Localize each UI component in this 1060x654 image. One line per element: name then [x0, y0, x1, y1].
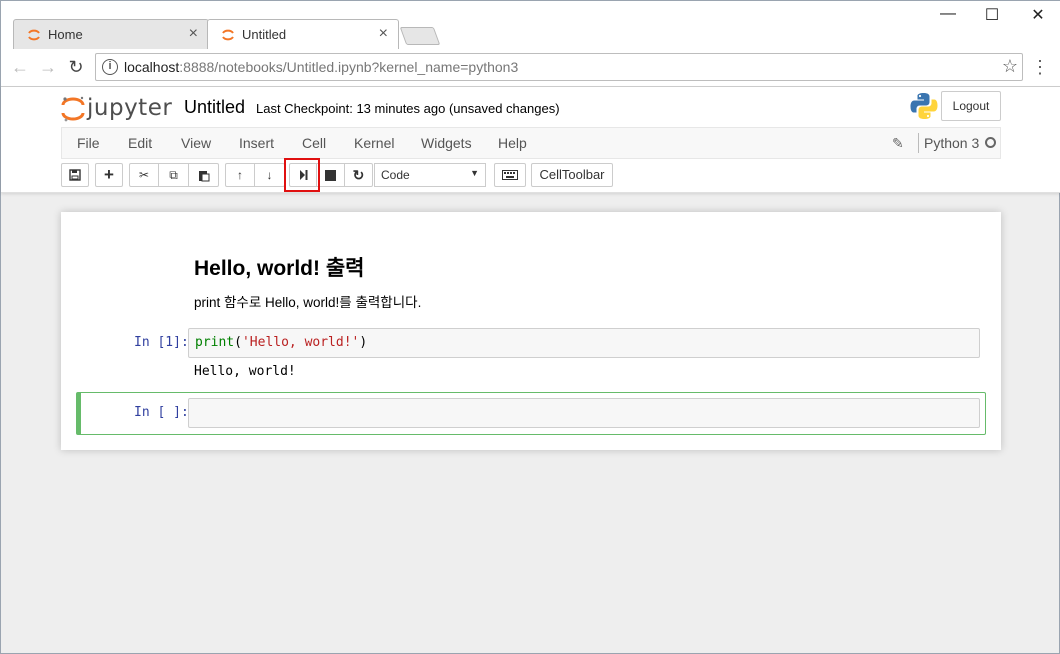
cell1-code-editor[interactable]: print('Hello, world!'): [188, 328, 980, 358]
jupyter-logo[interactable]: jupyter: [61, 93, 173, 123]
forward-button[interactable]: →: [37, 57, 59, 78]
tab-home-label: Home: [48, 27, 83, 42]
restart-icon: ↻: [352, 167, 365, 183]
tab-untitled[interactable]: Untitled ×: [207, 19, 399, 49]
keyboard-icon: [502, 170, 518, 180]
arrow-down-icon: ↓: [266, 168, 273, 182]
scissors-icon: ✂: [138, 168, 150, 182]
browser-window: Home × Untitled × — ☐ ✕ ← → ↻ i localhos…: [0, 0, 1060, 654]
stop-icon: [325, 170, 336, 181]
checkpoint-status: Last Checkpoint: 13 minutes ago (unsaved…: [256, 101, 560, 116]
back-button[interactable]: ←: [9, 57, 31, 78]
menu-edit[interactable]: Edit: [128, 135, 152, 151]
dropdown-caret-icon: ▼: [470, 168, 479, 178]
paste-button[interactable]: [189, 163, 219, 187]
notebook-page: Hello, world! 출력 print 함수로 Hello, world!…: [61, 212, 1001, 450]
url-input[interactable]: i localhost:8888/notebooks/Untitled.ipyn…: [95, 53, 1023, 81]
cell-type-value: Code: [381, 168, 410, 182]
code-string: 'Hello, world!': [241, 335, 360, 350]
insert-cell-button[interactable]: +: [95, 163, 123, 187]
plus-icon: +: [104, 165, 114, 184]
logout-button[interactable]: Logout: [941, 91, 1001, 121]
paste-icon: [198, 171, 209, 182]
address-bar: ← → ↻ i localhost:8888/notebooks/Untitle…: [1, 49, 1060, 87]
cell1-prompt: In [1]:: [134, 335, 189, 350]
menu-widgets[interactable]: Widgets: [421, 135, 472, 151]
divider: [918, 133, 919, 153]
menu-cell[interactable]: Cell: [302, 135, 326, 151]
jupyter-header: jupyter Untitled Last Checkpoint: 13 min…: [1, 87, 1060, 193]
new-tab-button[interactable]: [399, 27, 441, 45]
arrow-up-icon: ↑: [237, 168, 243, 182]
markdown-paragraph: print 함수로 Hello, world!를 출력합니다.: [194, 295, 422, 310]
notebook-menubar: File Edit View Insert Cell Kernel Widget…: [61, 127, 1001, 159]
menu-help[interactable]: Help: [498, 135, 527, 151]
save-button[interactable]: [61, 163, 89, 187]
menu-kernel[interactable]: Kernel: [354, 135, 394, 151]
code-paren: ): [359, 335, 368, 350]
save-icon: [69, 169, 81, 181]
cell2-prompt: In [ ]:: [134, 405, 189, 420]
tab-home[interactable]: Home ×: [13, 19, 209, 49]
copy-button[interactable]: ⧉: [159, 163, 189, 187]
cell1-output: Hello, world!: [194, 364, 296, 379]
jupyter-logo-icon: [61, 96, 85, 122]
cell-type-select[interactable]: Code ▼: [374, 163, 486, 187]
menu-file[interactable]: File: [77, 135, 100, 151]
code-paren: (: [234, 335, 242, 350]
close-window-button[interactable]: ✕: [1023, 5, 1053, 25]
minimize-button[interactable]: —: [933, 5, 963, 23]
cut-button[interactable]: ✂: [129, 163, 159, 187]
info-icon[interactable]: i: [102, 59, 118, 75]
python-logo-icon: [910, 93, 938, 119]
tab-close-icon[interactable]: ×: [379, 25, 388, 43]
tab-strip: Home × Untitled × — ☐ ✕: [1, 1, 1060, 49]
kernel-idle-indicator-icon: [985, 137, 996, 148]
url-path: :8888/notebooks/Untitled.ipynb?kernel_na…: [179, 59, 519, 75]
cell2-code-editor[interactable]: [188, 398, 980, 428]
restart-kernel-button[interactable]: ↻: [345, 163, 373, 187]
jupyter-favicon-icon: [222, 29, 234, 41]
tab-close-icon[interactable]: ×: [189, 25, 198, 43]
reload-button[interactable]: ↻: [65, 57, 87, 78]
command-palette-button[interactable]: [494, 163, 526, 187]
browser-menu-icon[interactable]: ⋮: [1031, 57, 1049, 78]
maximize-button[interactable]: ☐: [977, 5, 1007, 25]
logo-text: jupyter: [87, 95, 173, 121]
interrupt-kernel-button[interactable]: [317, 163, 345, 187]
code-keyword: print: [195, 335, 235, 350]
move-down-button[interactable]: ↓: [255, 163, 285, 187]
step-forward-icon: [300, 170, 308, 180]
notebook-title[interactable]: Untitled: [184, 97, 245, 118]
notebook-toolbar: + ✂ ⧉ ↑ ↓ ↻ Code ▼ CellToolbar: [61, 163, 1001, 191]
copy-icon: ⧉: [169, 168, 178, 182]
celltoolbar-button[interactable]: CellToolbar: [531, 163, 613, 187]
move-up-button[interactable]: ↑: [225, 163, 255, 187]
markdown-heading: Hello, world! 출력: [194, 257, 365, 280]
bookmark-star-icon[interactable]: ☆: [1002, 56, 1018, 77]
menu-view[interactable]: View: [181, 135, 211, 151]
kernel-name: Python 3: [924, 135, 980, 151]
menu-insert[interactable]: Insert: [239, 135, 274, 151]
edit-pencil-icon[interactable]: ✎: [892, 135, 904, 152]
url-text: localhost:8888/notebooks/Untitled.ipynb?…: [124, 59, 518, 75]
run-cell-button[interactable]: [289, 163, 317, 187]
tab-untitled-label: Untitled: [242, 27, 287, 42]
url-host: localhost: [124, 59, 180, 75]
jupyter-favicon-icon: [28, 29, 40, 41]
